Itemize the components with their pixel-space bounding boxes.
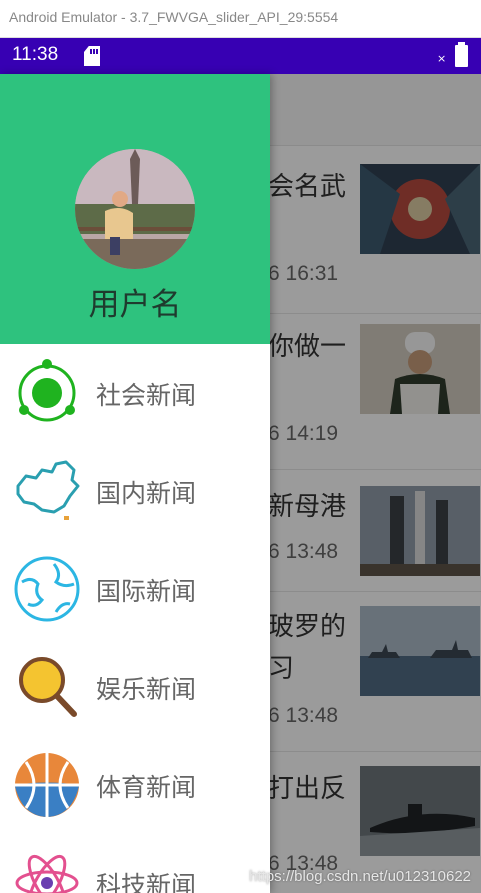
status-bar: 11:38 × [0,38,481,74]
window-title: Android Emulator - 3.7_FWVGA_slider_API_… [9,9,339,25]
drawer-header: 用户名 [0,74,270,344]
society-icon [18,359,76,422]
menu-item-label: 国内新闻 [96,479,197,508]
menu-item-label: 娱乐新闻 [96,675,197,704]
watermark: https://blog.csdn.net/u012310622 [249,868,471,885]
globe-icon [14,556,80,622]
battery-icon [455,42,468,67]
menu-item-sports[interactable]: 体育新闻 [0,736,270,834]
sd-card-icon [84,46,100,66]
emulator-title-bar: Android Emulator - 3.7_FWVGA_slider_API_… [0,0,481,38]
menu-item-domestic[interactable]: 国内新闻 [0,442,270,540]
menu-item-label: 科技新闻 [96,871,197,893]
navigation-drawer: 用户名 社会新闻 国内新闻 国际新闻 娱乐新闻 体育新闻 科技新闻 [0,74,270,893]
user-avatar[interactable] [75,149,195,269]
atom-icon [15,854,79,893]
basketball-icon [15,753,79,817]
clock: 11:38 [12,44,59,65]
menu-item-label: 体育新闻 [96,773,197,802]
menu-item-label: 国际新闻 [96,577,197,606]
menu-item-technology[interactable]: 科技新闻 [0,834,270,893]
menu-item-society[interactable]: 社会新闻 [0,344,270,442]
username[interactable]: 用户名 [0,279,270,324]
china-map-icon [16,460,80,520]
emulator-window: Android Emulator - 3.7_FWVGA_slider_API_… [0,0,481,893]
menu-item-entertainment[interactable]: 娱乐新闻 [0,638,270,736]
menu-item-international[interactable]: 国际新闻 [0,540,270,638]
menu-item-label: 社会新闻 [96,381,197,410]
no-signal-icon: × [437,52,447,65]
magnifier-icon [19,657,77,717]
